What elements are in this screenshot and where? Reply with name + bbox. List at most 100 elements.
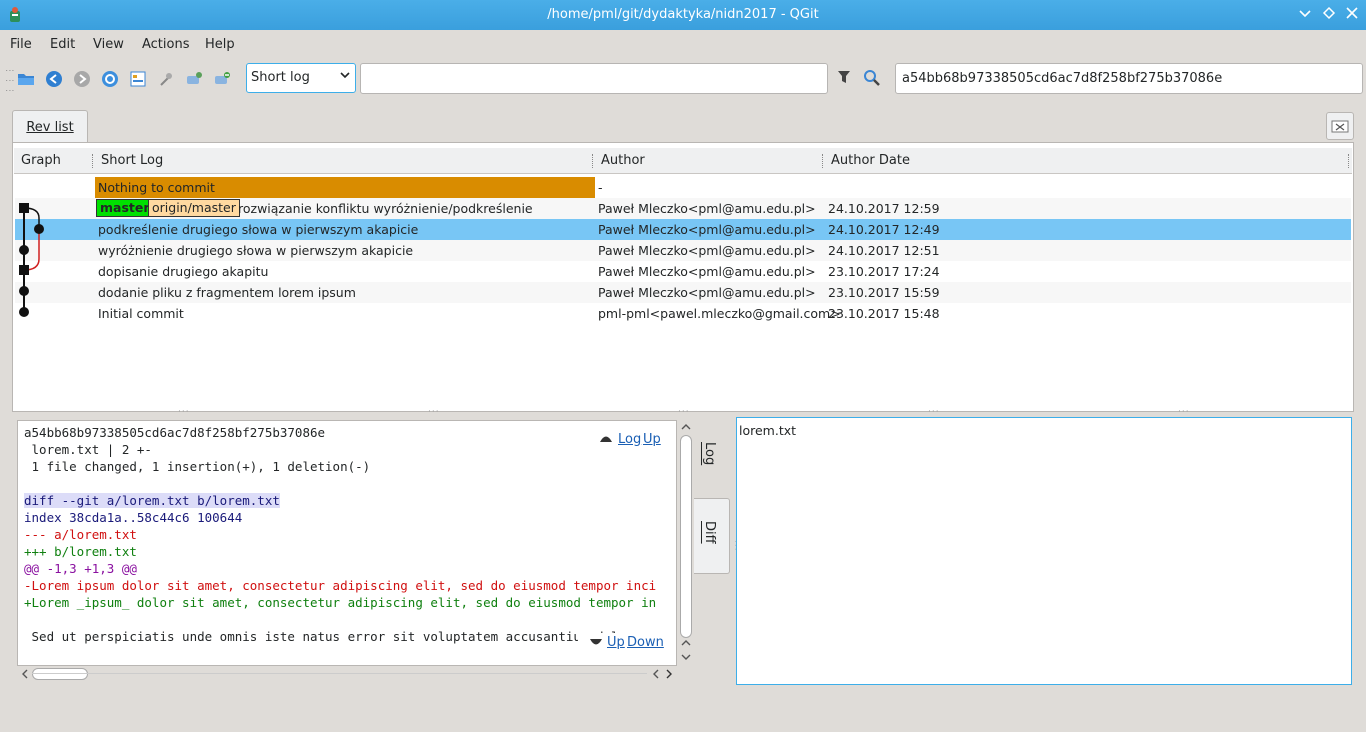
close-tab-icon (1331, 120, 1349, 133)
log-mode-value: Short log (251, 70, 310, 85)
down-link[interactable]: Down (627, 635, 664, 650)
maximize-button[interactable] (1320, 6, 1338, 24)
commit-date: 23.10.2017 15:48 (828, 306, 940, 321)
toolbar-handle[interactable]: ⋮⋮⋮ (4, 66, 14, 96)
table-row-selected[interactable]: podkreślenie drugiego słowa w pierwszym … (15, 219, 1351, 240)
table-row[interactable]: dodanie pliku z fragmentem lorem ipsum P… (15, 282, 1351, 303)
column-separator[interactable] (592, 154, 594, 168)
column-separator[interactable] (822, 154, 824, 168)
working-dir-text: Nothing to commit (98, 180, 215, 195)
log-mode-select[interactable]: Short log (246, 63, 356, 93)
table-row[interactable]: dopisanie drugiego akapitu Paweł Mleczko… (15, 261, 1351, 282)
commit-author: Paweł Mleczko<pml@amu.edu.pl> (598, 243, 816, 258)
commit-author: Paweł Mleczko<pml@amu.edu.pl> (598, 264, 816, 279)
diff-viewer[interactable]: a54bb68b97338505cd6ac7d8f258bf275b37086e… (17, 420, 677, 666)
splitter-handle[interactable]: ··· (1178, 407, 1190, 417)
close-tab-button[interactable] (1326, 112, 1354, 140)
scroll-right-icon[interactable] (664, 669, 674, 679)
header-short-log[interactable]: Short Log (101, 153, 163, 168)
commit-log: dopisanie drugiego akapitu (98, 264, 269, 279)
commit-log: wyróżnienie drugiego słowa w pierwszym a… (98, 243, 414, 258)
refresh-icon[interactable] (101, 70, 119, 88)
graph-node (19, 245, 29, 255)
diff-line: a54bb68b97338505cd6ac7d8f258bf275b37086e (24, 425, 326, 440)
header-author[interactable]: Author (601, 153, 645, 168)
close-button[interactable] (1343, 6, 1361, 24)
graph-merge-node (19, 203, 29, 213)
header-author-date[interactable]: Author Date (831, 153, 910, 168)
table-row[interactable]: wyróżnienie drugiego słowa w pierwszym a… (15, 240, 1351, 261)
up-arrow-icon (600, 436, 612, 442)
commit-author: Paweł Mleczko<pml@amu.edu.pl> (598, 222, 816, 237)
tab-diff[interactable]: Diff (694, 498, 730, 574)
table-row-working-dir[interactable]: Nothing to commit - (15, 177, 1351, 198)
tab-log-label: Log (702, 442, 717, 466)
commit-icon[interactable] (185, 70, 203, 88)
forward-icon[interactable] (73, 70, 91, 88)
diff-hunk-line: @@ -1,3 +1,3 @@ (24, 561, 137, 576)
tab-diff-label: Diff (702, 521, 717, 544)
back-icon[interactable] (45, 70, 63, 88)
graph-node (19, 286, 29, 296)
search-icon[interactable] (862, 68, 882, 88)
header-graph[interactable]: Graph (21, 153, 61, 168)
splitter-handle[interactable]: ··· (928, 407, 940, 417)
menu-actions[interactable]: Actions (142, 37, 190, 52)
menu-help[interactable]: Help (205, 37, 235, 52)
commit-log: dodanie pliku z fragmentem lorem ipsum (98, 285, 356, 300)
up-link[interactable]: Up (643, 432, 661, 447)
scroll-down-icon[interactable] (681, 652, 691, 662)
splitter-handle[interactable]: ··· (428, 407, 440, 417)
tools-icon[interactable] (157, 70, 175, 88)
diff-header-line: diff --git a/lorem.txt b/lorem.txt (24, 493, 280, 508)
log-link[interactable]: Log (618, 432, 641, 447)
chevron-down-icon (340, 70, 350, 83)
diff-horizontal-scrollbar[interactable] (17, 666, 677, 682)
column-separator[interactable] (1348, 154, 1350, 168)
file-list[interactable]: lorem.txt (736, 417, 1352, 685)
tab-rev-list[interactable]: Rev list (12, 110, 88, 143)
ref-badge-origin-master: origin/master (148, 199, 240, 217)
working-dir-author: - (598, 180, 603, 195)
up-link[interactable]: Up (607, 635, 625, 650)
tab-log[interactable]: Log (694, 418, 730, 500)
splitter-handle[interactable]: ··· (678, 407, 690, 417)
file-item[interactable]: lorem.txt (739, 423, 796, 438)
minimize-button[interactable] (1296, 6, 1314, 24)
scroll-thumb[interactable] (32, 668, 88, 680)
open-folder-icon[interactable] (17, 70, 35, 88)
menu-bar: File Edit View Actions Help (0, 30, 1366, 60)
window-title: /home/pml/git/dydaktyka/nidn2017 - QGit (547, 7, 819, 22)
commit-author: Paweł Mleczko<pml@amu.edu.pl> (598, 285, 816, 300)
view-revision-icon[interactable] (129, 70, 147, 88)
menu-view[interactable]: View (93, 37, 124, 52)
commit-date: 23.10.2017 15:59 (828, 285, 940, 300)
diff-vertical-scrollbar[interactable] (678, 420, 694, 666)
menu-edit[interactable]: Edit (50, 37, 75, 52)
tab-rev-list-label: Rev list (26, 120, 74, 135)
scroll-thumb[interactable] (680, 435, 692, 638)
sha-input[interactable]: a54bb68b97338505cd6ac7d8f258bf275b37086e (895, 63, 1363, 94)
table-row[interactable]: master origin/master rozwiązanie konflik… (15, 198, 1351, 219)
splitter-handle[interactable]: ··· (178, 407, 190, 417)
scroll-up-icon[interactable] (681, 638, 691, 648)
column-separator[interactable] (92, 154, 94, 168)
commit-author: pml-pml<pawel.mleczko@gmail.com> (598, 306, 841, 321)
scroll-up-icon[interactable] (681, 422, 691, 432)
filter-icon[interactable] (836, 69, 852, 87)
graph-node (19, 307, 29, 317)
menu-file[interactable]: File (10, 37, 32, 52)
diff-line: lorem.txt | 2 +- (24, 442, 152, 457)
commit-log: rozwiązanie konfliktu wyróżnienie/podkre… (238, 201, 533, 216)
diff-new-file-line: +++ b/lorem.txt (24, 544, 137, 559)
commit-date: 24.10.2017 12:51 (828, 243, 940, 258)
table-row[interactable]: Initial commit pml-pml<pawel.mleczko@gma… (15, 303, 1351, 324)
diff-context-line: Sed ut perspiciatis unde omnis iste natu… (24, 629, 649, 644)
scroll-left-icon[interactable] (651, 669, 661, 679)
down-arrow-icon (590, 639, 602, 645)
amend-commit-icon[interactable] (213, 70, 231, 88)
commit-log: Initial commit (98, 306, 184, 321)
diff-removed-line: -Lorem ipsum dolor sit amet, consectetur… (24, 578, 657, 593)
filter-input[interactable] (360, 63, 828, 94)
scroll-left-icon[interactable] (20, 669, 30, 679)
